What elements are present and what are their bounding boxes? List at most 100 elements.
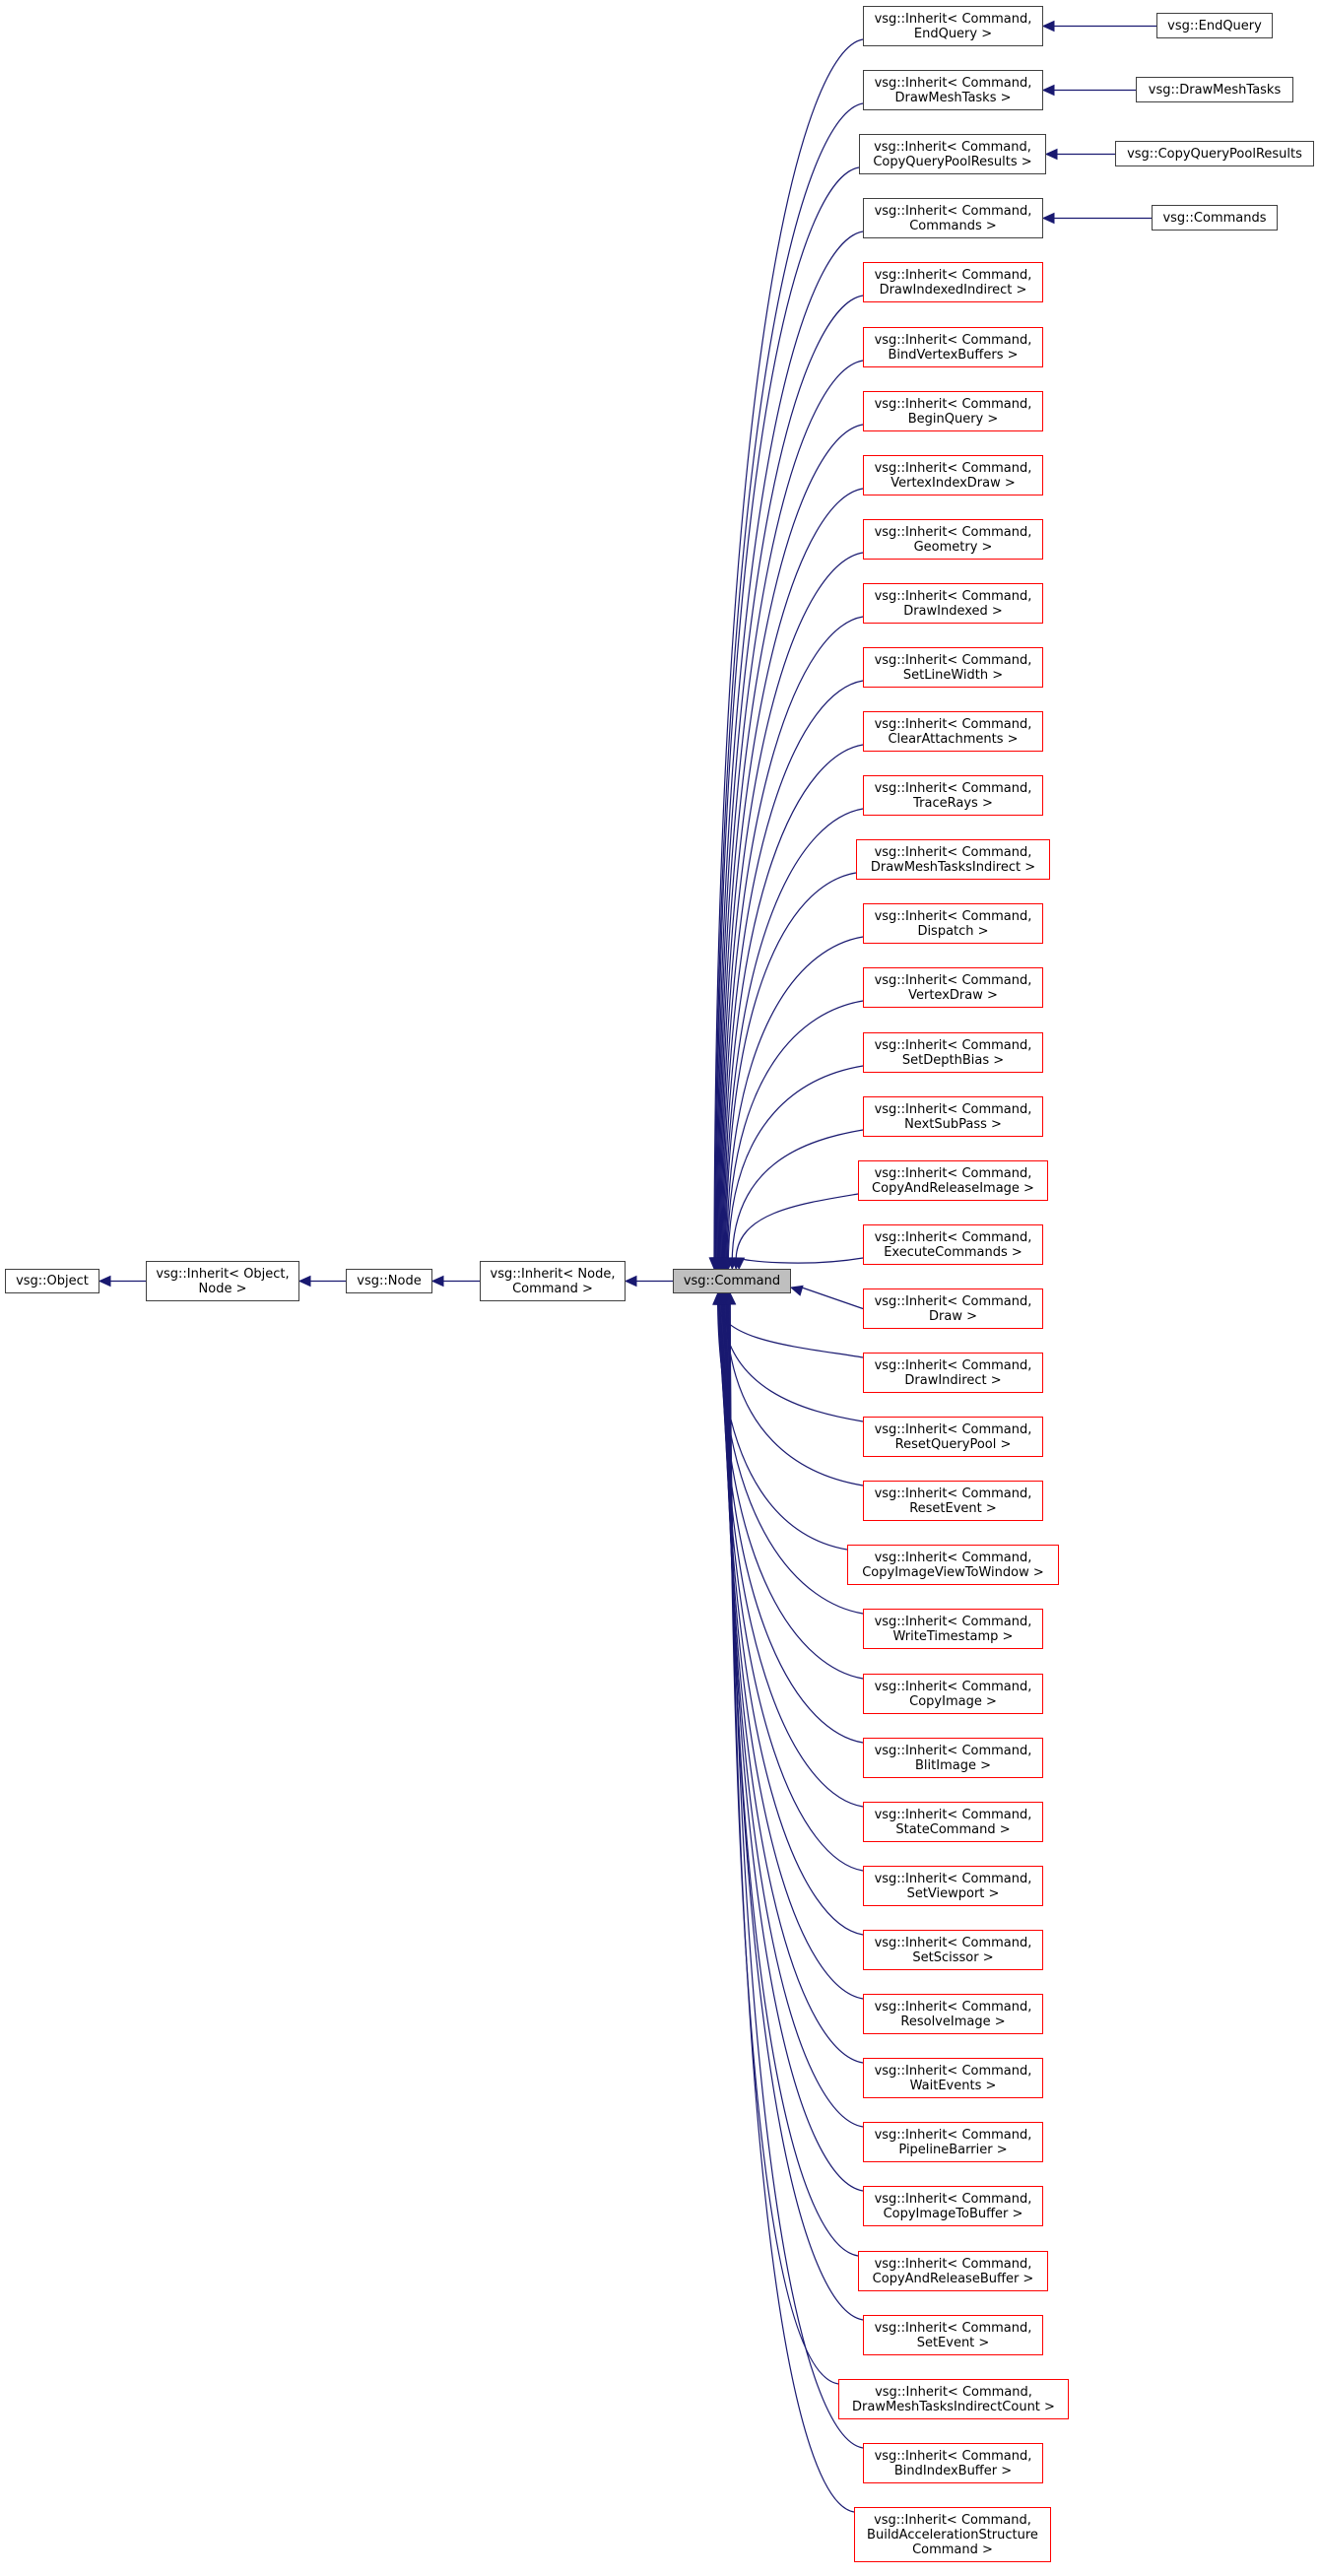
arrowhead-icon [789, 1285, 804, 1296]
inheritance-edge [726, 1000, 864, 1259]
node-inherit-command-resolveimage[interactable]: vsg::Inherit< Command, ResolveImage > [863, 1994, 1043, 2034]
node-inherit-command-drawmeshtasksindirectcount[interactable]: vsg::Inherit< Command, DrawMeshTasksIndir… [838, 2379, 1069, 2419]
node-copyquerypoolresults[interactable]: vsg::CopyQueryPoolResults [1115, 141, 1314, 166]
node-inherit-command-draw[interactable]: vsg::Inherit< Command, Draw > [863, 1288, 1043, 1329]
node-label-line: SetScissor > [912, 1949, 994, 1965]
node-label-line: DrawMeshTasksIndirectCount > [852, 2399, 1055, 2414]
node-label-line: vsg::Inherit< Command, [874, 2320, 1032, 2336]
node-label-line: TraceRays > [913, 795, 993, 811]
node-node[interactable]: vsg::Node [346, 1269, 432, 1293]
node-label-line: Draw > [929, 1308, 977, 1324]
node-label-line: Command > [912, 2542, 993, 2557]
node-inherit-command-copyimage[interactable]: vsg::Inherit< Command, CopyImage > [863, 1674, 1043, 1714]
inheritance-edge [719, 1303, 864, 1744]
node-inherit-command-statecommand[interactable]: vsg::Inherit< Command, StateCommand > [863, 1802, 1043, 1842]
node-inherit-node-command[interactable]: vsg::Inherit< Node, Command > [480, 1261, 626, 1301]
node-label-line: vsg::Inherit< Command, [874, 1421, 1032, 1437]
node-label-line: EndQuery > [913, 26, 993, 41]
node-label-line: vsg::EndQuery [1167, 18, 1262, 33]
node-inherit-command-resetevent[interactable]: vsg::Inherit< Command, ResetEvent > [863, 1481, 1043, 1521]
arrowhead-icon [624, 1275, 637, 1288]
node-inherit-command-setlinewidth[interactable]: vsg::Inherit< Command, SetLineWidth > [863, 647, 1043, 688]
node-label-line: WaitEvents > [909, 2078, 997, 2093]
node-label-line: vsg::Inherit< Command, [874, 908, 1032, 924]
node-label-line: ClearAttachments > [888, 731, 1019, 747]
node-inherit-command-beginquery[interactable]: vsg::Inherit< Command, BeginQuery > [863, 391, 1043, 431]
node-inherit-command-writetimestamp[interactable]: vsg::Inherit< Command, WriteTimestamp > [863, 1609, 1043, 1649]
node-inherit-command-copyimagetobuffer[interactable]: vsg::Inherit< Command, CopyImageToBuffer … [863, 2186, 1043, 2226]
node-inherit-command-geometry[interactable]: vsg::Inherit< Command, Geometry > [863, 519, 1043, 560]
node-inherit-command-drawmeshtasks[interactable]: vsg::Inherit< Command, DrawMeshTasks > [863, 70, 1043, 110]
node-drawmeshtasks[interactable]: vsg::DrawMeshTasks [1136, 77, 1293, 102]
node-label-line: NextSubPass > [904, 1116, 1002, 1132]
node-inherit-command-copyimageviewtowindow[interactable]: vsg::Inherit< Command, CopyImageViewToWin… [847, 1545, 1059, 1585]
node-inherit-command-nextsubpass[interactable]: vsg::Inherit< Command, NextSubPass > [863, 1096, 1043, 1137]
node-inherit-command-pipelinebarrier[interactable]: vsg::Inherit< Command, PipelineBarrier > [863, 2122, 1043, 2162]
node-label-line: vsg::Inherit< Command, [874, 716, 1032, 732]
node-inherit-command-resetquerypool[interactable]: vsg::Inherit< Command, ResetQueryPool > [863, 1417, 1043, 1457]
node-inherit-command-vertexdraw[interactable]: vsg::Inherit< Command, VertexDraw > [863, 967, 1043, 1008]
inheritance-edge [801, 1287, 864, 1310]
node-label-line: SetViewport > [906, 1885, 1000, 1901]
node-label-line: SetDepthBias > [901, 1052, 1005, 1068]
node-label-line: CopyImageToBuffer > [883, 2206, 1023, 2221]
arrowhead-icon [1041, 20, 1055, 33]
inheritance-edge [726, 1303, 864, 2192]
node-inherit-command-commands[interactable]: vsg::Inherit< Command, Commands > [863, 198, 1043, 238]
node-inherit-command-setviewport[interactable]: vsg::Inherit< Command, SetViewport > [863, 1866, 1043, 1906]
node-label-line: vsg::Inherit< Command, [874, 1293, 1032, 1309]
node-label-line: VertexDraw > [908, 987, 998, 1003]
node-inherit-command-buildaccelerationstructurecommand[interactable]: vsg::Inherit< Command, BuildAccelerationS… [854, 2507, 1051, 2562]
node-label-line: DrawIndexed > [903, 603, 1003, 619]
inheritance-edge [726, 936, 864, 1259]
node-inherit-command-executecommands[interactable]: vsg::Inherit< Command, ExecuteCommands > [863, 1224, 1043, 1265]
inheritance-edge [718, 1303, 864, 1680]
node-label-line: vsg::Inherit< Command, [874, 1935, 1032, 1950]
node-label-line: Geometry > [913, 539, 993, 555]
node-inherit-object-node[interactable]: vsg::Inherit< Object, Node > [146, 1261, 299, 1301]
node-object[interactable]: vsg::Object [5, 1269, 99, 1293]
node-inherit-command-copyquerypoolresults[interactable]: vsg::Inherit< Command, CopyQueryPoolResul… [859, 134, 1046, 174]
node-label-line: vsg::Inherit< Command, [874, 1550, 1032, 1565]
node-inherit-command-tracerays[interactable]: vsg::Inherit< Command, TraceRays > [863, 775, 1043, 816]
node-label-line: vsg::Object [16, 1274, 89, 1288]
node-label-line: vsg::Command [683, 1274, 781, 1288]
node-inherit-command-clearattachments[interactable]: vsg::Inherit< Command, ClearAttachments > [863, 711, 1043, 752]
node-label-line: SetLineWidth > [902, 667, 1004, 683]
node-inherit-command-drawmeshtasksindirect[interactable]: vsg::Inherit< Command, DrawMeshTasksIndir… [856, 839, 1050, 880]
node-label-line: vsg::Inherit< Command, [874, 1101, 1032, 1117]
arrowhead-icon [1044, 148, 1058, 161]
node-label-line: CopyAndReleaseBuffer > [872, 2271, 1034, 2286]
node-label-line: vsg::Inherit< Command, [874, 2448, 1032, 2464]
node-label-line: Dispatch > [917, 923, 989, 939]
node-inherit-command-setevent[interactable]: vsg::Inherit< Command, SetEvent > [863, 2315, 1043, 2355]
node-label-line: vsg::DrawMeshTasks [1148, 82, 1282, 98]
node-label-line: vsg::Inherit< Command, [874, 2191, 1032, 2207]
node-inherit-command-endquery[interactable]: vsg::Inherit< Command, EndQuery > [863, 6, 1043, 46]
node-inherit-command-setscissor[interactable]: vsg::Inherit< Command, SetScissor > [863, 1930, 1043, 1970]
node-inherit-command-waitevents[interactable]: vsg::Inherit< Command, WaitEvents > [863, 2058, 1043, 2098]
node-label-line: vsg::Inherit< Command, [874, 1743, 1032, 1758]
node-label-line: SetEvent > [916, 2335, 990, 2350]
node-inherit-command-blitimage[interactable]: vsg::Inherit< Command, BlitImage > [863, 1738, 1043, 1778]
inheritance-diagram: vsg::Object vsg::Inherit< Object, Node > vs… [0, 0, 1319, 2576]
node-inherit-command-drawindexedindirect[interactable]: vsg::Inherit< Command, DrawIndexedIndirec… [863, 262, 1043, 302]
inheritance-edge [717, 360, 864, 1259]
node-inherit-command-setdepthbias[interactable]: vsg::Inherit< Command, SetDepthBias > [863, 1032, 1043, 1073]
node-label-line: vsg::Inherit< Command, [874, 1037, 1032, 1053]
node-inherit-command-drawindexed[interactable]: vsg::Inherit< Command, DrawIndexed > [863, 583, 1043, 624]
node-inherit-command-bindvertexbuffers[interactable]: vsg::Inherit< Command, BindVertexBuffers … [863, 327, 1043, 367]
node-label-line: ResolveImage > [900, 2014, 1006, 2029]
node-inherit-command-bindindexbuffer[interactable]: vsg::Inherit< Command, BindIndexBuffer > [863, 2443, 1043, 2483]
node-inherit-command-drawindirect[interactable]: vsg::Inherit< Command, DrawIndirect > [863, 1353, 1043, 1393]
node-inherit-command-dispatch[interactable]: vsg::Inherit< Command, Dispatch > [863, 903, 1043, 944]
node-label-line: WriteTimestamp > [892, 1628, 1014, 1644]
node-label-line: Command > [512, 1281, 593, 1296]
inheritance-edge [723, 1303, 864, 2000]
node-inherit-command-copyandreleaseimage[interactable]: vsg::Inherit< Command, CopyAndReleaseImag… [858, 1160, 1048, 1201]
node-commands[interactable]: vsg::Commands [1152, 205, 1278, 231]
node-label-line: vsg::Inherit< Command, [874, 396, 1032, 412]
node-endquery[interactable]: vsg::EndQuery [1156, 13, 1273, 38]
node-inherit-command-vertexindexdraw[interactable]: vsg::Inherit< Command, VertexIndexDraw > [863, 455, 1043, 495]
node-inherit-command-copyandreleasebuffer[interactable]: vsg::Inherit< Command, CopyAndReleaseBuff… [858, 2251, 1048, 2291]
